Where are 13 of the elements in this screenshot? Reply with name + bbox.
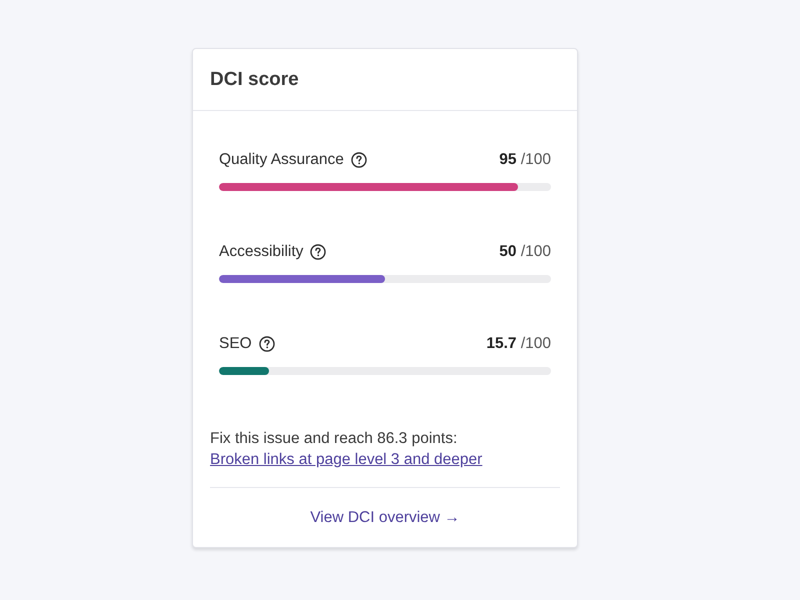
- issue-link[interactable]: Broken links at page level 3 and deeper: [210, 451, 482, 468]
- metric-score: 15.7 /100: [486, 334, 551, 354]
- metric-score: 95 /100: [499, 150, 551, 170]
- help-icon[interactable]: [350, 152, 367, 168]
- hint-text: Fix this issue and reach 86.3 points: Broken links at page level 3 and deeper: [210, 429, 484, 470]
- help-icon[interactable]: [310, 244, 326, 260]
- metric-label: Quality Assurance: [219, 150, 344, 170]
- metric-label: Accessibility: [219, 242, 304, 262]
- overview-link[interactable]: View DCI overview →: [310, 507, 460, 529]
- metric-score: 50 /100: [499, 242, 551, 262]
- help-icon[interactable]: [258, 336, 275, 352]
- card-title: DCI score: [210, 68, 299, 90]
- metric-label: SEO: [219, 334, 252, 354]
